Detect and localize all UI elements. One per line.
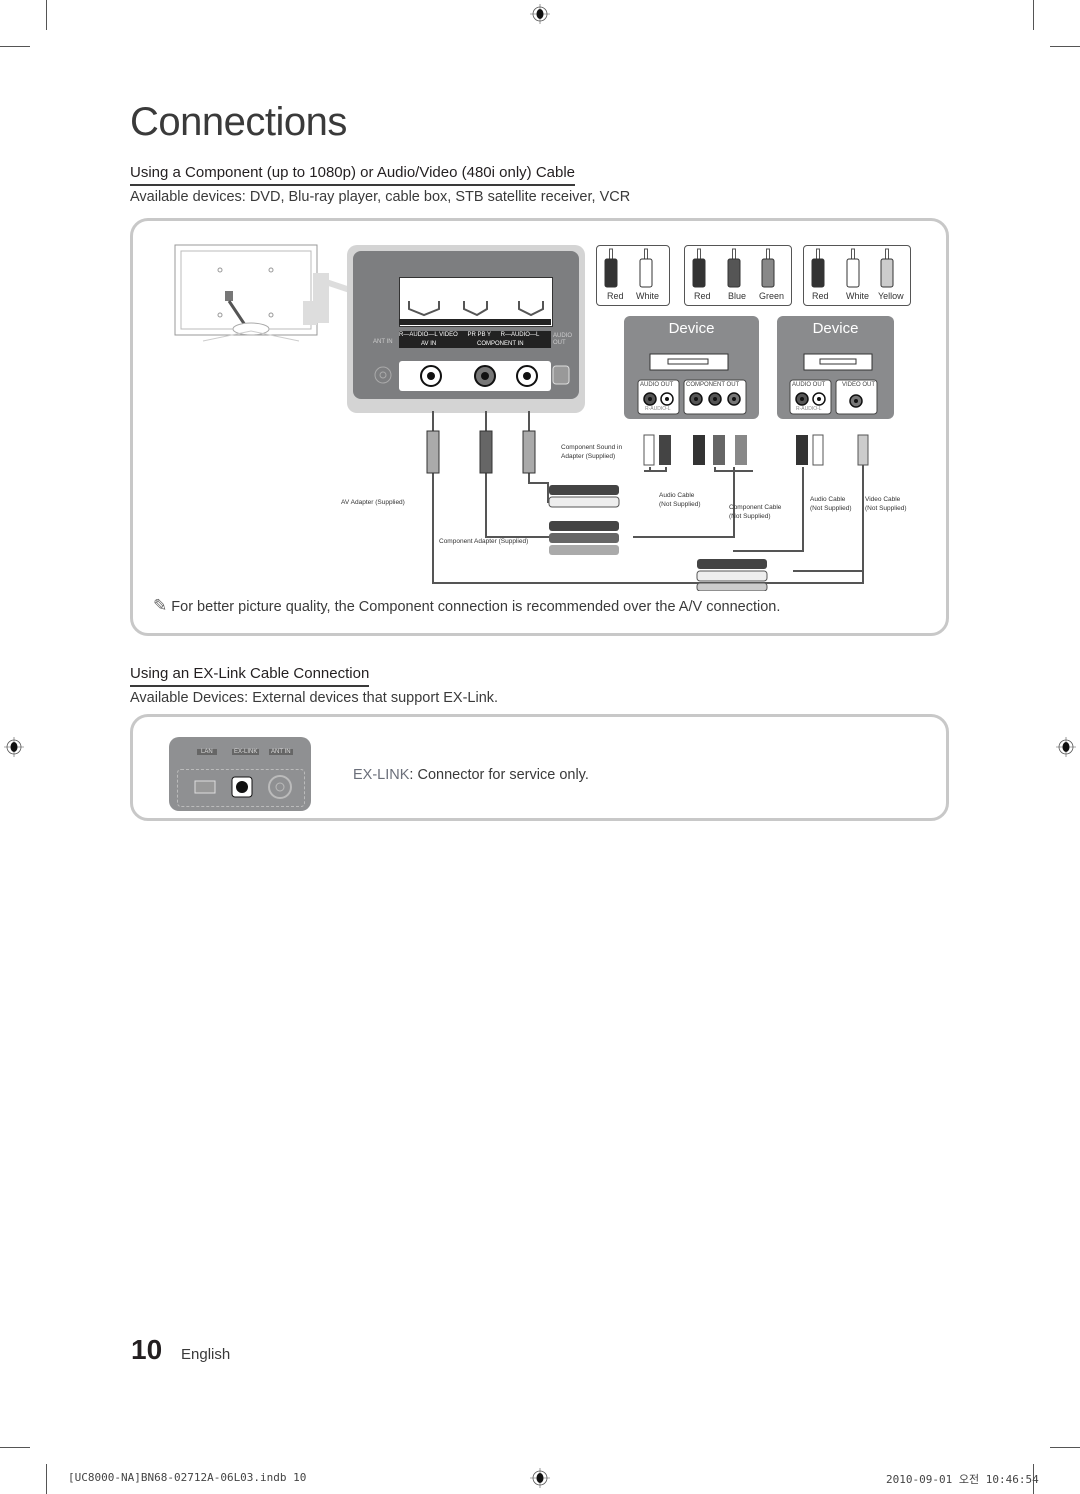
crop-mark bbox=[1033, 0, 1034, 30]
section-heading: Using an EX-Link Cable Connection bbox=[130, 665, 370, 687]
section-heading: Using a Component (up to 1080p) or Audio… bbox=[130, 164, 576, 186]
component-adapter-label: Component Adapter (Supplied) bbox=[439, 538, 529, 545]
component-sound-adapter-label: Component Sound in Adapter (Supplied) bbox=[561, 444, 623, 460]
plug-label: Red bbox=[812, 291, 829, 301]
rca-plug-icon bbox=[880, 248, 894, 288]
av-adapter-label: AV Adapter (Supplied) bbox=[341, 499, 405, 506]
tv-input-panel: R—AUDIO—L VIDEO PR PB Y R—AUDIO—L AV IN … bbox=[347, 245, 585, 413]
device-port-label: VIDEO OUT bbox=[842, 382, 876, 388]
exlink-port-panel: LAN EX-LINK ANT IN bbox=[169, 737, 311, 811]
plug-label: Blue bbox=[728, 291, 747, 301]
plug-label: White bbox=[636, 291, 660, 301]
ant-in-label: ANT IN bbox=[373, 339, 393, 345]
device-player-icon bbox=[649, 353, 873, 371]
audio-cable-label: Audio Cable (Not Supplied) bbox=[810, 496, 852, 512]
video-cable-label: Video Cable (Not Supplied) bbox=[865, 496, 907, 512]
device-title: Device bbox=[668, 320, 715, 337]
registration-mark-icon bbox=[530, 1468, 550, 1488]
lan-port bbox=[194, 780, 216, 794]
plug-label: Green bbox=[759, 291, 785, 301]
lan-label: LAN bbox=[197, 749, 217, 755]
rca-plug-icon bbox=[761, 248, 775, 288]
exlink-term: EX-LINK bbox=[353, 767, 410, 783]
rca-plug-icon bbox=[604, 248, 618, 288]
exlink-description: : Connector for service only. bbox=[409, 767, 589, 783]
ant-in-label: ANT IN bbox=[269, 749, 293, 755]
crop-mark bbox=[1050, 1447, 1080, 1448]
rca-plug-icon bbox=[811, 248, 825, 288]
comp-row-label: PR PB Y bbox=[467, 332, 491, 338]
page-title: Connections bbox=[130, 100, 347, 144]
pencil-note-icon: ✎ bbox=[153, 596, 168, 615]
component-diagram-panel: R—AUDIO—L VIDEO PR PB Y R—AUDIO—L AV IN … bbox=[130, 218, 949, 636]
plug-label: White bbox=[846, 291, 870, 301]
footer-timestamp: 2010-09-01 오전 10:46:54 bbox=[886, 1473, 1039, 1486]
device-title: Device bbox=[812, 320, 859, 337]
av-row-label: R—AUDIO—L VIDEO bbox=[399, 332, 458, 338]
plug-label: Red bbox=[607, 291, 624, 301]
crop-mark bbox=[46, 0, 47, 30]
crop-mark bbox=[0, 1447, 30, 1448]
rca-plug-icon bbox=[692, 248, 706, 288]
plug-label: Red bbox=[694, 291, 711, 301]
device-port-label: AUDIO OUT bbox=[640, 382, 674, 388]
crop-mark bbox=[1050, 46, 1080, 47]
tv-rear-illustration bbox=[174, 244, 353, 342]
footer-file: [UC8000-NA]BN68-02712A-06L03.indb 10 bbox=[68, 1471, 307, 1484]
registration-mark-icon bbox=[1056, 737, 1076, 757]
plug-icons bbox=[604, 248, 894, 288]
exlink-panel: LAN EX-LINK ANT IN EX-LINK: Connector fo… bbox=[130, 714, 949, 821]
registration-mark-icon bbox=[530, 4, 550, 24]
plug-label: Yellow bbox=[878, 291, 904, 301]
available-devices: Available Devices: External devices that… bbox=[130, 690, 499, 706]
crop-mark bbox=[46, 1464, 47, 1494]
component-cable-label: Component Cable (Not Supplied) bbox=[729, 504, 782, 520]
rca-plug-icon bbox=[639, 248, 653, 288]
crop-mark bbox=[0, 46, 30, 47]
av-in-label: AV IN bbox=[421, 341, 437, 347]
component-in-label: COMPONENT IN bbox=[477, 341, 524, 347]
note-text: For better picture quality, the Componen… bbox=[171, 599, 781, 615]
rca-plug-icon bbox=[727, 248, 741, 288]
registration-mark-icon bbox=[4, 737, 24, 757]
available-devices: Available devices: DVD, Blu-ray player, … bbox=[130, 189, 631, 205]
rca-plug-icon bbox=[846, 248, 860, 288]
audio-cable-label: Audio Cable (Not Supplied) bbox=[659, 492, 701, 508]
device-port-label: COMPONENT OUT bbox=[686, 382, 740, 388]
audio-row-label: R—AUDIO—L bbox=[500, 332, 540, 338]
language-label: English bbox=[181, 1346, 231, 1363]
device-port-label: AUDIO OUT bbox=[792, 382, 826, 388]
ant-in-port bbox=[268, 775, 292, 799]
audio-out-label: AUDIO OUT bbox=[553, 333, 573, 346]
page-number: 10 bbox=[131, 1334, 163, 1365]
exlink-label: EX-LINK bbox=[232, 749, 260, 755]
